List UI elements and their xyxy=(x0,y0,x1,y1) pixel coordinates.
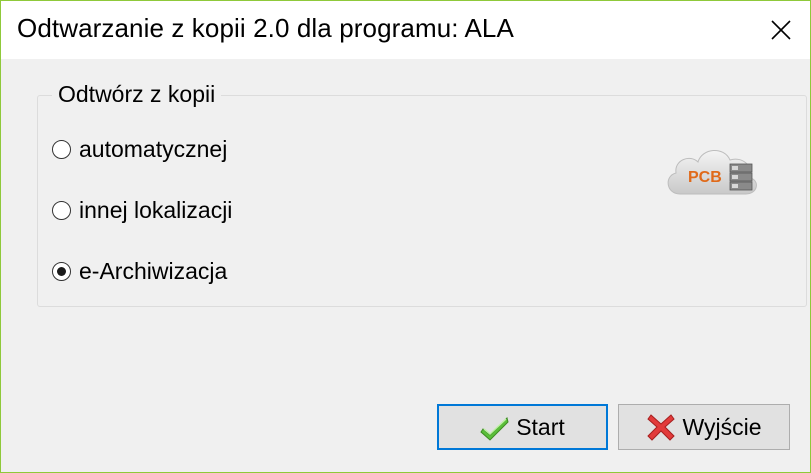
cloud-pcb-database-icon: PCB xyxy=(667,150,757,195)
dialog-window: Odtwarzanie z kopii 2.0 dla programu: AL… xyxy=(0,0,811,473)
exit-button-label: Wyjście xyxy=(682,413,762,440)
radio-other-location[interactable]: innej lokalizacji xyxy=(52,197,232,224)
start-button-label: Start xyxy=(516,413,565,440)
radio-label-automatic: automatycznej xyxy=(79,136,228,162)
dialog-client-area: Odtwórz z kopii automatycznej innej loka… xyxy=(1,59,810,472)
radio-button-circle[interactable] xyxy=(52,262,71,281)
radio-label-other-location: innej lokalizacji xyxy=(79,197,233,223)
green-checkmark-icon xyxy=(480,417,509,441)
title-bar[interactable]: Odtwarzanie z kopii 2.0 dla programu: AL… xyxy=(1,1,810,59)
radio-selected-dot xyxy=(57,267,66,276)
red-x-icon xyxy=(647,414,676,441)
close-icon xyxy=(771,20,791,40)
logo-text: PCB xyxy=(688,169,722,186)
window-title: Odtwarzanie z kopii 2.0 dla programu: AL… xyxy=(17,13,514,43)
radio-label-e-archiving: e-Archiwizacja xyxy=(79,258,228,284)
exit-button[interactable]: Wyjście xyxy=(618,404,790,450)
radio-button-circle[interactable] xyxy=(52,140,71,159)
radio-e-archiving[interactable]: e-Archiwizacja xyxy=(52,258,227,285)
start-button[interactable]: Start xyxy=(437,404,608,450)
close-button[interactable] xyxy=(752,1,810,59)
radio-automatic[interactable]: automatycznej xyxy=(52,136,227,163)
restore-source-group: Odtwórz z kopii automatycznej innej loka… xyxy=(37,81,807,307)
radio-button-circle[interactable] xyxy=(52,201,71,220)
group-legend: Odtwórz z kopii xyxy=(52,81,222,108)
